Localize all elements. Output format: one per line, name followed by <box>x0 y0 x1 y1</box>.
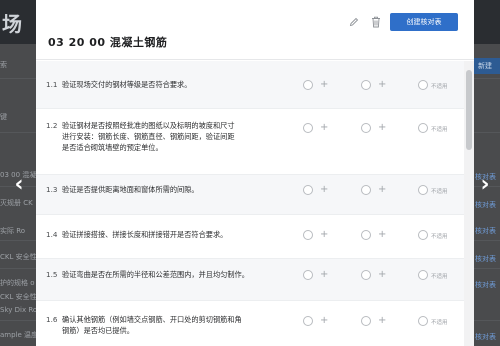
radio-pass[interactable] <box>303 316 313 326</box>
add-icon[interactable]: + <box>378 80 386 90</box>
radio-fail[interactable] <box>361 80 371 90</box>
item-text: 1.4 验证拼接搭接、拼接长度和拼接错开是否符合要求。 <box>46 230 228 239</box>
chevron-right-icon[interactable]: › <box>478 173 492 197</box>
add-icon[interactable]: + <box>378 316 386 326</box>
modal-title: 03 20 00 混凝土钢筋 <box>48 36 168 49</box>
radio-pass[interactable] <box>303 185 313 195</box>
list-item: 1.1 验证现场交付的钢材等级是否符合要求。 + + 不适用 <box>36 61 464 109</box>
radio-pass[interactable] <box>303 123 313 133</box>
chevron-left-icon[interactable]: ‹ <box>12 173 26 197</box>
radio-not-applicable[interactable] <box>418 270 428 280</box>
list-item: 1.6 确认其他钢筋（例如墙交点钢筋、开口处的剪切钢筋和角 钢筋）是否均已提供。 +… <box>36 301 464 346</box>
add-icon[interactable]: + <box>378 185 386 195</box>
background-new-button[interactable]: 新建 <box>470 58 500 74</box>
item-text: 1.6 确认其他钢筋（例如墙交点钢筋、开口处的剪切钢筋和角 钢筋）是否均已提供。 <box>46 315 242 335</box>
background-text: CKL 安全性 <box>0 253 37 261</box>
radio-not-applicable[interactable] <box>418 185 428 195</box>
pencil-icon[interactable] <box>349 17 359 27</box>
radio-fail[interactable] <box>361 185 371 195</box>
radio-pass[interactable] <box>303 270 313 280</box>
background-checklist-link[interactable]: 核对表 <box>475 280 496 290</box>
background-checklist-link[interactable]: 核对表 <box>475 254 496 264</box>
add-icon[interactable]: + <box>320 185 328 195</box>
not-applicable-label: 不适用 <box>431 84 448 90</box>
list-item: 1.2 验证钢材是否按照经批准的图纸以及标明的坡度和尺寸 进行安装：钢筋长度、钢筋直… <box>36 109 464 175</box>
item-text: 1.5 验证弯曲是否在所需的半径和公差范围内，并且均匀制作。 <box>46 270 249 279</box>
item-text: 1.3 验证是否提供距离地面和窗体所需的间隙。 <box>46 185 199 194</box>
add-icon[interactable]: + <box>320 123 328 133</box>
background-text: 索 <box>0 61 7 69</box>
radio-pass[interactable] <box>303 80 313 90</box>
add-icon[interactable]: + <box>378 270 386 280</box>
background-text: Sky Dix Ro <box>0 306 38 314</box>
create-checklist-button[interactable]: 创建核对表 <box>390 13 458 31</box>
add-icon[interactable]: + <box>320 80 328 90</box>
background-text: 键 <box>0 113 7 121</box>
not-applicable-label: 不适用 <box>431 274 448 280</box>
background-text: 灭规册 CK <box>0 199 33 207</box>
add-icon[interactable]: + <box>320 316 328 326</box>
not-applicable-label: 不适用 <box>431 127 448 133</box>
add-icon[interactable]: + <box>378 123 386 133</box>
radio-not-applicable[interactable] <box>418 123 428 133</box>
radio-fail[interactable] <box>361 316 371 326</box>
item-text: 1.1 验证现场交付的钢材等级是否符合要求。 <box>46 80 192 89</box>
background-text: 实际 Ro <box>0 227 26 235</box>
checklist-items: 1.1 验证现场交付的钢材等级是否符合要求。 + + 不适用 1.2 验证钢材是否按… <box>36 61 464 346</box>
add-icon[interactable]: + <box>320 270 328 280</box>
add-icon[interactable]: + <box>320 230 328 240</box>
radio-fail[interactable] <box>361 270 371 280</box>
modal-header: 03 20 00 混凝土钢筋 创建核对表 <box>36 0 474 60</box>
scrollbar-thumb[interactable] <box>466 70 472 150</box>
background-text: CKL 安全性 <box>0 293 37 301</box>
add-icon[interactable]: + <box>378 230 386 240</box>
item-text: 1.2 验证钢材是否按照经批准的图纸以及标明的坡度和尺寸 进行安装：钢筋长度、钢筋直… <box>46 121 235 152</box>
not-applicable-label: 不适用 <box>431 320 448 326</box>
background-text: 护的规格 o <box>0 279 35 287</box>
list-item: 1.4 验证拼接搭接、拼接长度和拼接错开是否符合要求。 + + 不适用 <box>36 215 464 259</box>
radio-not-applicable[interactable] <box>418 230 428 240</box>
radio-not-applicable[interactable] <box>418 80 428 90</box>
radio-fail[interactable] <box>361 230 371 240</box>
background-checklist-link[interactable]: 核对表 <box>475 226 496 236</box>
list-item: 1.3 验证是否提供距离地面和窗体所需的间隙。 + + 不适用 <box>36 175 464 215</box>
background-checklist-link[interactable]: 核对表 <box>475 200 496 210</box>
background-checklist-link[interactable]: 核对表 <box>475 332 496 342</box>
not-applicable-label: 不适用 <box>431 189 448 195</box>
radio-not-applicable[interactable] <box>418 316 428 326</box>
radio-pass[interactable] <box>303 230 313 240</box>
checklist-modal: 03 20 00 混凝土钢筋 创建核对表 1.1 验证现场交付的钢材等级是否符合要… <box>36 0 474 346</box>
not-applicable-label: 不适用 <box>431 234 448 240</box>
list-item: 1.5 验证弯曲是否在所需的半径和公差范围内，并且均匀制作。 + + 不适用 <box>36 259 464 301</box>
trash-icon[interactable] <box>371 16 381 28</box>
background-title: 场 <box>2 12 22 36</box>
radio-fail[interactable] <box>361 123 371 133</box>
